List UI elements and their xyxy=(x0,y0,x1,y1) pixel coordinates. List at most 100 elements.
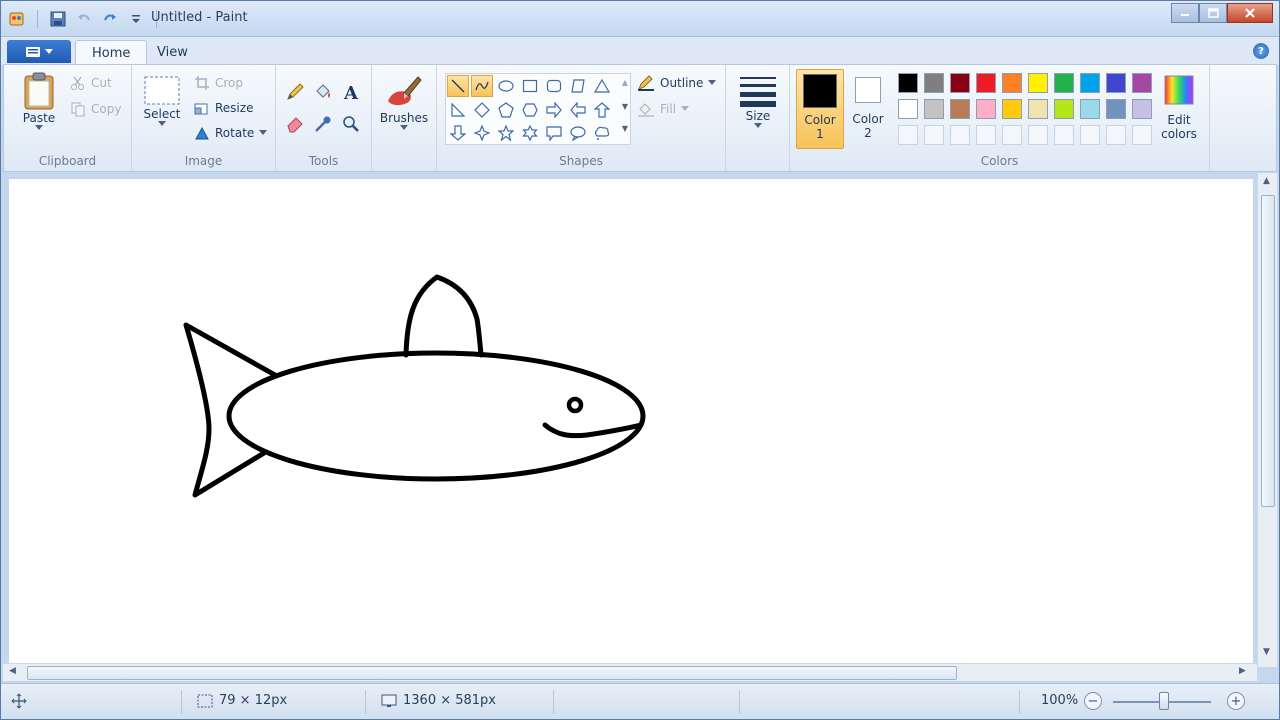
shape-left-arrow[interactable] xyxy=(567,99,589,121)
zoom-slider-thumb[interactable] xyxy=(1159,692,1169,710)
color1-label-line1: Color xyxy=(804,113,836,127)
custom-color-slot[interactable] xyxy=(1106,125,1126,145)
scroll-left-icon[interactable]: ◀ xyxy=(9,666,16,676)
palette-swatch[interactable] xyxy=(1132,99,1152,119)
custom-color-slot[interactable] xyxy=(1028,125,1048,145)
shape-pentagon[interactable] xyxy=(495,99,517,121)
tab-view[interactable]: View xyxy=(141,40,204,65)
palette-swatch[interactable] xyxy=(924,73,944,93)
zoom-in-button[interactable]: + xyxy=(1227,692,1245,710)
palette-swatch[interactable] xyxy=(1028,99,1048,119)
help-icon[interactable]: ? xyxy=(1253,43,1269,59)
palette-swatch[interactable] xyxy=(1080,99,1100,119)
color1-button[interactable]: Color 1 xyxy=(796,69,844,149)
scroll-right-icon[interactable]: ▶ xyxy=(1239,666,1246,676)
palette-swatch[interactable] xyxy=(1106,99,1126,119)
zoom-out-button[interactable]: − xyxy=(1084,692,1102,710)
palette-swatch[interactable] xyxy=(898,73,918,93)
edit-colors-button[interactable]: Edit colors xyxy=(1156,73,1202,141)
custom-color-slot[interactable] xyxy=(1132,125,1152,145)
shape-four-point-star[interactable] xyxy=(471,122,493,144)
copy-button[interactable]: Copy xyxy=(70,101,121,117)
gallery-expand-icon[interactable]: ▼ xyxy=(622,124,628,133)
vertical-scroll-thumb[interactable] xyxy=(1261,195,1275,507)
palette-swatch[interactable] xyxy=(976,73,996,93)
shape-curve[interactable] xyxy=(471,75,493,97)
minimize-button[interactable] xyxy=(1171,3,1199,23)
palette-swatch[interactable] xyxy=(1054,73,1074,93)
shape-polygon[interactable] xyxy=(567,75,589,97)
palette-swatch[interactable] xyxy=(1002,73,1022,93)
color2-button[interactable]: Color 2 xyxy=(846,73,890,149)
redo-icon[interactable] xyxy=(98,8,122,30)
brushes-button[interactable]: Brushes xyxy=(378,71,430,131)
shape-triangle[interactable] xyxy=(591,75,613,97)
crop-button[interactable]: Crop xyxy=(194,75,243,91)
custom-color-slot[interactable] xyxy=(1080,125,1100,145)
resize-button[interactable]: Resize xyxy=(194,100,253,116)
outline-button[interactable]: Outline xyxy=(637,75,717,91)
custom-color-slot[interactable] xyxy=(924,125,944,145)
application-menu-button[interactable] xyxy=(7,40,71,63)
horizontal-scrollbar[interactable]: ◀ ▶ xyxy=(3,663,1257,681)
shape-five-point-star[interactable] xyxy=(495,122,517,144)
shape-diamond[interactable] xyxy=(471,99,493,121)
eraser-tool[interactable] xyxy=(284,113,306,135)
custom-color-slot[interactable] xyxy=(950,125,970,145)
shape-six-point-star[interactable] xyxy=(519,122,541,144)
custom-color-slot[interactable] xyxy=(1054,125,1074,145)
custom-color-slot[interactable] xyxy=(1002,125,1022,145)
palette-swatch[interactable] xyxy=(1132,73,1152,93)
vertical-scrollbar[interactable]: ▲ ▼ xyxy=(1257,173,1277,667)
palette-swatch[interactable] xyxy=(924,99,944,119)
size-button[interactable]: Size xyxy=(734,75,782,129)
shape-rounded-rectangle[interactable] xyxy=(543,75,565,97)
text-tool[interactable]: A xyxy=(340,81,362,103)
cut-button[interactable]: Cut xyxy=(70,75,112,91)
gallery-scroll-down-icon[interactable]: ▼ xyxy=(622,102,628,111)
palette-swatch[interactable] xyxy=(950,99,970,119)
palette-swatch[interactable] xyxy=(1080,73,1100,93)
drawing-canvas[interactable] xyxy=(9,179,1253,665)
shape-oval[interactable] xyxy=(495,75,517,97)
magnifier-tool[interactable] xyxy=(340,113,362,135)
palette-swatch[interactable] xyxy=(1002,99,1022,119)
scroll-down-icon[interactable]: ▼ xyxy=(1263,647,1270,657)
scroll-up-icon[interactable]: ▲ xyxy=(1263,176,1270,186)
paint-app-icon[interactable] xyxy=(5,8,29,30)
shape-right-arrow[interactable] xyxy=(543,99,565,121)
undo-icon[interactable] xyxy=(72,8,96,30)
shape-hexagon[interactable] xyxy=(519,99,541,121)
shape-up-arrow[interactable] xyxy=(591,99,613,121)
palette-swatch[interactable] xyxy=(976,99,996,119)
shape-down-arrow[interactable] xyxy=(447,122,469,144)
paste-button[interactable]: Paste xyxy=(16,71,62,131)
select-button[interactable]: Select xyxy=(140,75,184,127)
shape-line[interactable] xyxy=(447,75,469,97)
shape-cloud-callout[interactable] xyxy=(591,122,613,144)
custom-color-slot[interactable] xyxy=(898,125,918,145)
zoom-level: 100% xyxy=(1041,693,1079,708)
palette-swatch[interactable] xyxy=(1054,99,1074,119)
maximize-button[interactable] xyxy=(1199,3,1227,23)
shape-rect-callout[interactable] xyxy=(543,122,565,144)
shape-right-triangle[interactable] xyxy=(447,99,469,121)
palette-swatch[interactable] xyxy=(1028,73,1048,93)
palette-swatch[interactable] xyxy=(1106,73,1126,93)
palette-swatch[interactable] xyxy=(898,99,918,119)
fill-button[interactable]: Fill xyxy=(637,101,690,117)
save-icon[interactable] xyxy=(46,8,70,30)
tab-home[interactable]: Home xyxy=(75,40,148,65)
shape-rectangle[interactable] xyxy=(519,75,541,97)
shape-oval-callout[interactable] xyxy=(567,122,589,144)
gallery-scroll-up-icon[interactable]: ▲ xyxy=(622,78,628,87)
rotate-button[interactable]: Rotate xyxy=(194,125,268,141)
horizontal-scroll-thumb[interactable] xyxy=(27,666,957,680)
custom-color-slot[interactable] xyxy=(976,125,996,145)
pencil-tool[interactable] xyxy=(284,81,306,103)
fill-tool[interactable] xyxy=(312,81,334,103)
customize-qat-icon[interactable] xyxy=(124,8,148,30)
palette-swatch[interactable] xyxy=(950,73,970,93)
close-button[interactable] xyxy=(1227,3,1273,23)
color-picker-tool[interactable] xyxy=(312,113,334,135)
